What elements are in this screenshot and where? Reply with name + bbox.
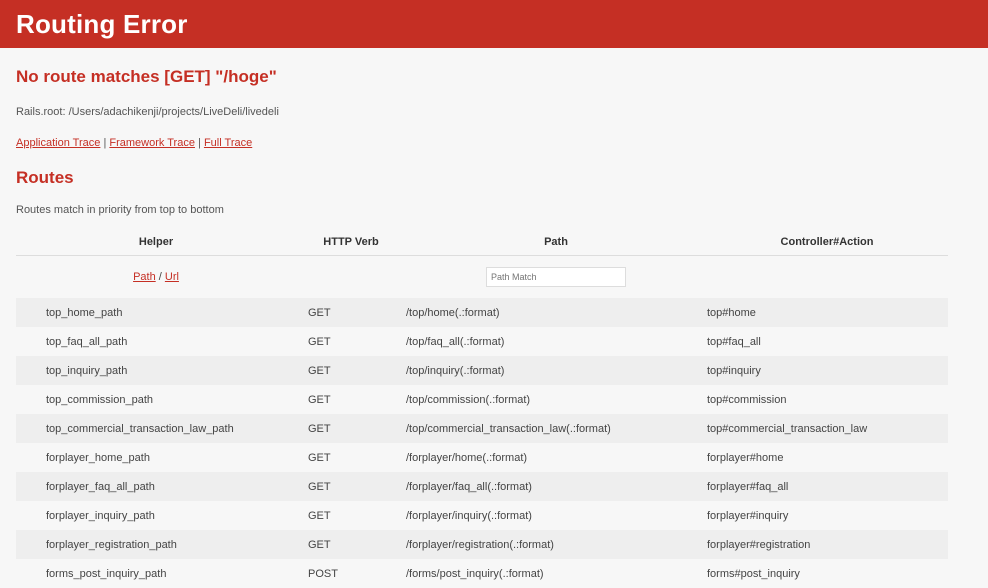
route-path: /forplayer/inquiry(.:format) — [406, 509, 532, 522]
route-path: /top/faq_all(.:format) — [406, 335, 505, 348]
path-search-input[interactable] — [486, 267, 626, 287]
column-header-verb: HTTP Verb — [296, 229, 406, 256]
route-verb: POST — [308, 567, 338, 580]
route-path: /forms/post_inquiry(.:format) — [406, 567, 544, 580]
route-controller-action: top#inquiry — [707, 364, 761, 377]
error-message: No route matches [GET] "/hoge" — [16, 67, 277, 86]
route-helper: forplayer_registration_path — [46, 538, 177, 551]
table-row: top_inquiry_path GET/top/inquiry(.:format… — [16, 356, 948, 385]
routes-heading: Routes — [16, 168, 74, 187]
route-verb: GET — [308, 335, 331, 348]
route-controller-action: top#home — [707, 306, 756, 319]
route-path: /forplayer/home(.:format) — [406, 451, 528, 464]
trace-links: Application Trace | Framework Trace | Fu… — [16, 136, 972, 150]
controller-filter-cell — [706, 256, 948, 299]
column-header-controller-action: Controller#Action — [706, 229, 948, 256]
route-helper: top_commercial_transaction_law_path — [46, 422, 234, 435]
route-verb: GET — [308, 451, 331, 464]
routes-table: Helper HTTP Verb Path Controller#Action … — [16, 229, 948, 588]
page-title: Routing Error — [16, 8, 188, 39]
rails-root-path: Rails.root: /Users/adachikenji/projects/… — [16, 106, 279, 118]
table-row: forplayer_home_path GET/forplayer/home(.:… — [16, 443, 948, 472]
route-verb: GET — [308, 364, 331, 377]
route-helper: top_inquiry_path — [46, 364, 128, 377]
route-helper: forplayer_faq_all_path — [46, 480, 155, 493]
route-verb: GET — [308, 306, 331, 319]
routes-description: Routes match in priority from top to bot… — [16, 204, 224, 216]
path-toggle-link[interactable]: Path — [133, 271, 156, 283]
column-header-path: Path — [406, 229, 706, 256]
route-verb: GET — [308, 393, 331, 406]
trace-separator: | — [194, 137, 204, 149]
route-helper: top_commission_path — [46, 393, 154, 406]
main-content: No route matches [GET] "/hoge" Rails.roo… — [0, 66, 988, 588]
route-verb: GET — [308, 538, 331, 551]
route-controller-action: top#commission — [707, 393, 787, 406]
table-row: top_commission_path GET/top/commission(.:… — [16, 385, 948, 414]
route-verb: GET — [308, 480, 331, 493]
table-row: top_home_path GET/top/home(.:format) top#h… — [16, 298, 948, 327]
route-verb: GET — [308, 422, 331, 435]
path-filter-cell — [406, 256, 706, 299]
route-path: /top/inquiry(.:format) — [406, 364, 505, 377]
route-controller-action: forms#post_inquiry — [707, 567, 800, 580]
table-row: forms_post_inquiry_path POST/forms/post_i… — [16, 559, 948, 588]
route-helper: forplayer_inquiry_path — [46, 509, 155, 522]
url-toggle-link[interactable]: Url — [165, 271, 179, 283]
application-trace-link[interactable]: Application Trace — [16, 137, 100, 149]
table-row: forplayer_inquiry_path GET/forplayer/inqu… — [16, 501, 948, 530]
route-controller-action: forplayer#home — [707, 451, 784, 464]
route-controller-action: top#faq_all — [707, 335, 761, 348]
routes-header-row: Helper HTTP Verb Path Controller#Action — [16, 229, 948, 256]
route-helper: forplayer_home_path — [46, 451, 150, 464]
route-path: /forplayer/registration(.:format) — [406, 538, 554, 551]
route-controller-action: forplayer#faq_all — [707, 480, 789, 493]
table-row: forplayer_faq_all_path GET/forplayer/faq_… — [16, 472, 948, 501]
framework-trace-link[interactable]: Framework Trace — [109, 137, 195, 149]
table-row: forplayer_registration_path GET/forplayer… — [16, 530, 948, 559]
route-helper: forms_post_inquiry_path — [46, 567, 167, 580]
table-row: top_commercial_transaction_law_path GET/t… — [16, 414, 948, 443]
helper-toggle: Path / Url — [16, 256, 296, 299]
column-header-helper: Helper — [16, 229, 296, 256]
full-trace-link[interactable]: Full Trace — [204, 137, 252, 149]
verb-filter-cell — [296, 256, 406, 299]
error-banner: Routing Error — [0, 0, 988, 48]
route-controller-action: top#commercial_transaction_law — [707, 422, 868, 435]
route-verb: GET — [308, 509, 331, 522]
table-row: top_faq_all_path GET/top/faq_all(.:format… — [16, 327, 948, 356]
route-path: /forplayer/faq_all(.:format) — [406, 480, 532, 493]
toggle-separator: / — [155, 271, 165, 283]
route-controller-action: forplayer#registration — [707, 538, 811, 551]
route-path: /top/commercial_transaction_law(.:format… — [406, 422, 611, 435]
filter-row: Path / Url — [16, 256, 948, 299]
route-helper: top_faq_all_path — [46, 335, 128, 348]
route-controller-action: forplayer#inquiry — [707, 509, 789, 522]
route-helper: top_home_path — [46, 306, 123, 319]
route-path: /top/home(.:format) — [406, 306, 500, 319]
route-path: /top/commission(.:format) — [406, 393, 531, 406]
